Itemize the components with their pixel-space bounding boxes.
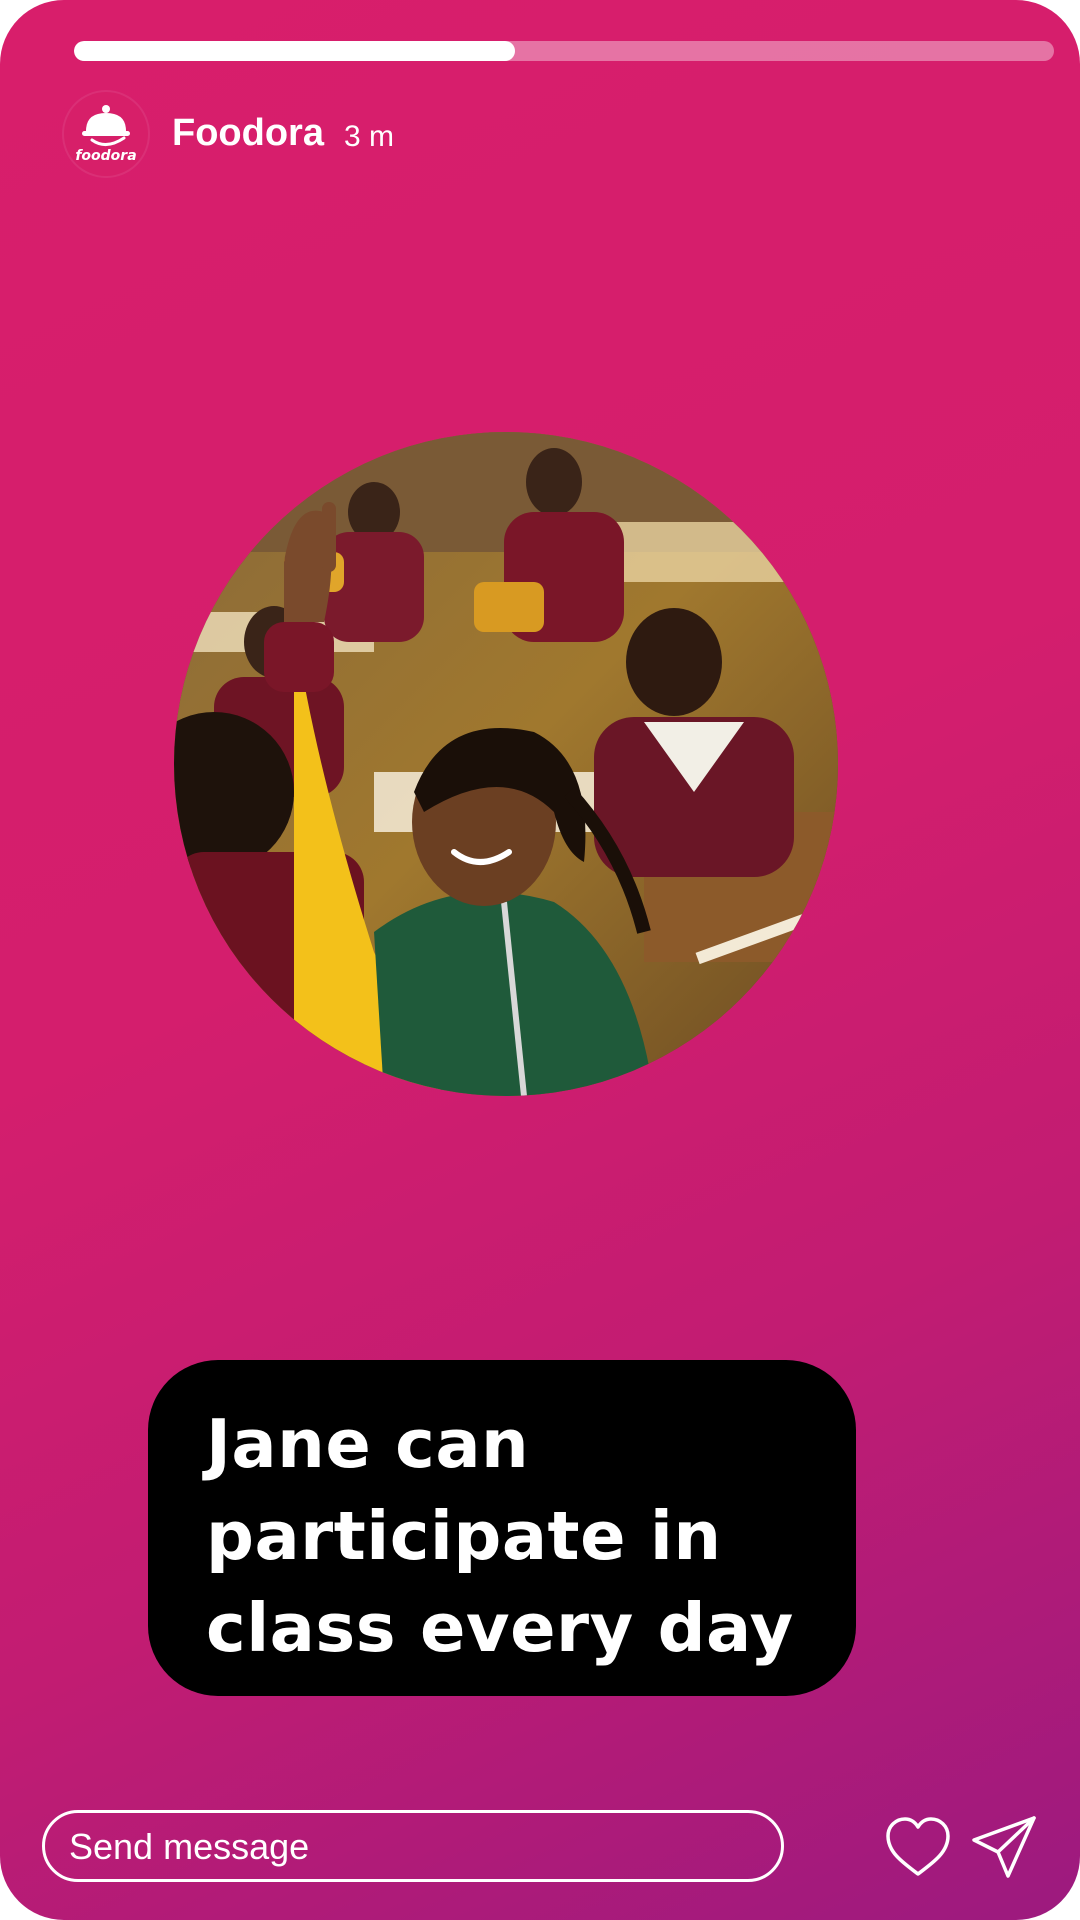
story-progress-bar (74, 41, 1054, 61)
story-caption: Jane can participate in class every day (206, 1405, 794, 1667)
avatar-logo-text: foodora (75, 148, 137, 164)
heart-icon (886, 1817, 950, 1876)
caption-box: Jane can participate in class every day (148, 1360, 856, 1696)
send-message-placeholder: Send message (69, 1826, 310, 1867)
account-name[interactable]: Foodora (172, 110, 324, 156)
send-message-input[interactable]: Send message (42, 1810, 784, 1882)
story-progress-fill (74, 41, 515, 61)
story-photo (174, 432, 838, 1096)
classroom-photo (174, 432, 838, 1096)
story-viewer[interactable]: foodora Foodora 3 m Jane can participate… (0, 0, 1080, 1920)
like-button[interactable] (882, 1812, 954, 1884)
account-avatar[interactable]: foodora (64, 92, 148, 176)
send-icon (972, 1816, 1036, 1878)
share-button[interactable] (968, 1812, 1040, 1884)
story-timestamp: 3 m (344, 120, 395, 153)
